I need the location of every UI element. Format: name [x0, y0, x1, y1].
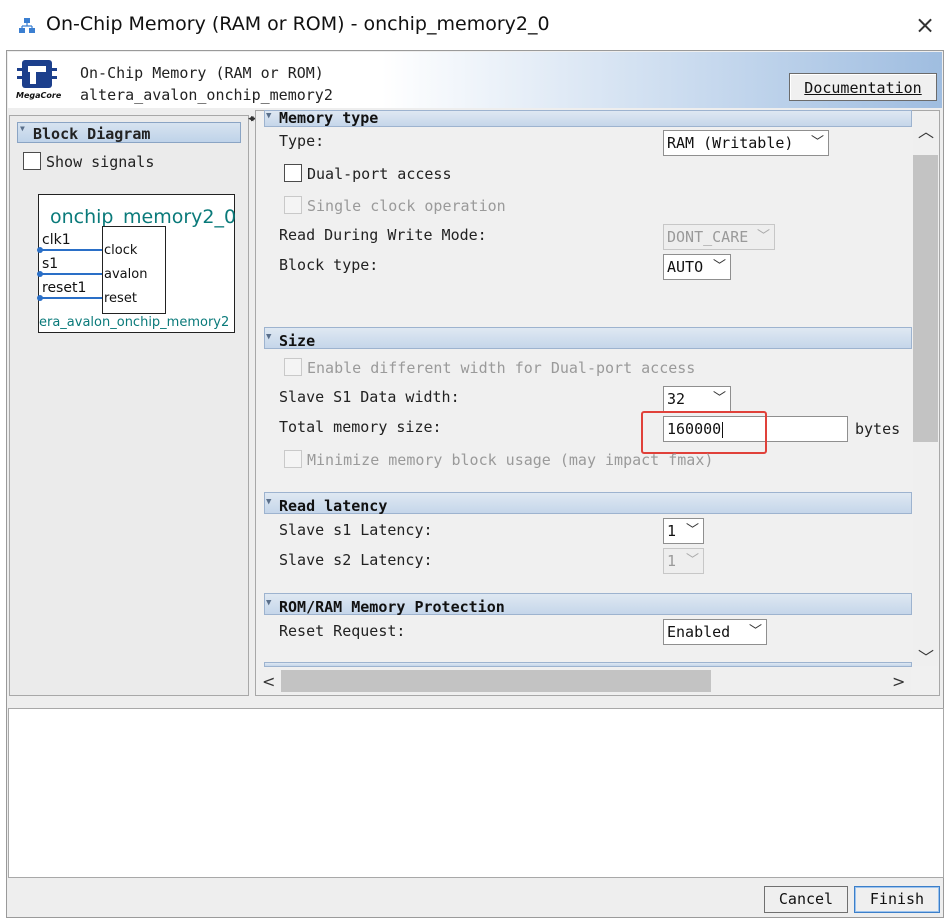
scroll-up-icon[interactable]: ︿: [918, 118, 934, 142]
dual-port-label: Dual-port access: [307, 165, 452, 183]
component-display-name: On-Chip Memory (RAM or ROM): [80, 64, 324, 82]
port-s1: s1: [42, 256, 59, 272]
read-latency-title: Read latency: [279, 497, 388, 515]
message-area: [8, 708, 944, 878]
finish-button[interactable]: Finish: [854, 886, 940, 913]
block-type-label: Block type:: [279, 256, 379, 274]
protection-title: ROM/RAM Memory Protection: [279, 598, 505, 616]
cancel-button[interactable]: Cancel: [764, 886, 848, 913]
chevron-down-icon: ﹀: [748, 624, 762, 639]
rdw-select[interactable]: DONT_CARE ﹀: [663, 224, 775, 250]
minimize-label: Minimize memory block usage (may impact …: [307, 451, 714, 469]
data-width-select[interactable]: 32 ﹀: [663, 386, 731, 412]
chevron-down-icon: ﹀: [712, 259, 726, 274]
port-avalon: avalon: [104, 267, 148, 282]
port-clock: clock: [104, 243, 138, 258]
wire-endpoint: [37, 271, 43, 277]
highlight-annotation: [641, 411, 767, 454]
wire-avalon: [40, 273, 102, 275]
component-class-name: altera_avalon_onchip_memory2: [80, 86, 333, 104]
port-reset: reset: [104, 291, 137, 306]
s2-latency-label: Slave s2 Latency:: [279, 551, 433, 569]
wire-endpoint: [37, 295, 43, 301]
wire-reset: [40, 297, 102, 299]
scroll-down-icon[interactable]: ﹀: [918, 644, 934, 668]
collapse-caret-icon[interactable]: ▼: [266, 497, 271, 507]
bytes-label: bytes: [855, 420, 901, 438]
instance-name: onchip_memory2_0: [50, 206, 237, 228]
size-header[interactable]: [264, 327, 912, 349]
diff-width-checkbox[interactable]: [284, 358, 302, 376]
single-clock-checkbox[interactable]: [284, 196, 302, 214]
collapse-caret-icon[interactable]: ▼: [266, 111, 271, 121]
s1-latency-label: Slave s1 Latency:: [279, 521, 433, 539]
type-select[interactable]: RAM (Writable) ﹀: [663, 130, 829, 156]
dual-port-checkbox[interactable]: [284, 164, 302, 182]
memory-type-title: Memory type: [279, 109, 379, 127]
collapse-caret-icon[interactable]: ▼: [266, 332, 271, 342]
s2-latency-select[interactable]: 1 ﹀: [663, 548, 704, 574]
chevron-down-icon: ﹀: [712, 391, 726, 406]
chevron-down-icon: ﹀: [810, 135, 824, 150]
port-clk1: clk1: [42, 232, 71, 248]
diff-width-label: Enable different width for Dual-port acc…: [307, 359, 696, 377]
rdw-label: Read During Write Mode:: [279, 226, 487, 244]
collapse-caret-icon[interactable]: ▼: [20, 124, 25, 133]
single-clock-label: Single clock operation: [307, 197, 506, 215]
chevron-down-icon: ﹀: [685, 523, 699, 538]
collapse-caret-icon[interactable]: ▼: [266, 598, 271, 608]
type-label: Type:: [279, 132, 325, 150]
block-diagram-title: Block Diagram: [33, 125, 151, 143]
total-size-label: Total memory size:: [279, 418, 442, 436]
chevron-down-icon: ﹀: [756, 229, 770, 244]
s1-latency-select[interactable]: 1 ﹀: [663, 518, 704, 544]
reset-request-select[interactable]: Enabled ﹀: [663, 619, 767, 645]
horizontal-scroll-thumb[interactable]: [281, 670, 711, 692]
documentation-button[interactable]: Documentation: [789, 73, 937, 101]
next-section-header[interactable]: [264, 662, 912, 667]
close-icon[interactable]: ×: [910, 10, 940, 40]
vertical-scroll-thumb[interactable]: [913, 155, 938, 442]
wire-endpoint: [37, 247, 43, 253]
scroll-right-icon[interactable]: >: [892, 672, 905, 691]
show-signals-label: Show signals: [46, 153, 155, 171]
wire-clock: [40, 249, 102, 251]
data-width-label: Slave S1 Data width:: [279, 388, 460, 406]
size-title: Size: [279, 332, 316, 350]
app-icon: [19, 18, 35, 33]
window-title: On-Chip Memory (RAM or ROM) - onchip_mem…: [46, 13, 550, 35]
scroll-left-icon[interactable]: <: [262, 672, 275, 691]
chevron-down-icon: ﹀: [685, 553, 699, 568]
port-reset1: reset1: [42, 280, 87, 296]
block-type-select[interactable]: AUTO ﹀: [663, 254, 731, 280]
minimize-checkbox[interactable]: [284, 450, 302, 468]
megacore-logo: MegaCore: [14, 58, 62, 104]
show-signals-checkbox[interactable]: [23, 152, 41, 170]
reset-request-label: Reset Request:: [279, 622, 406, 640]
component-type-label: era_avalon_onchip_memory2: [39, 315, 230, 330]
